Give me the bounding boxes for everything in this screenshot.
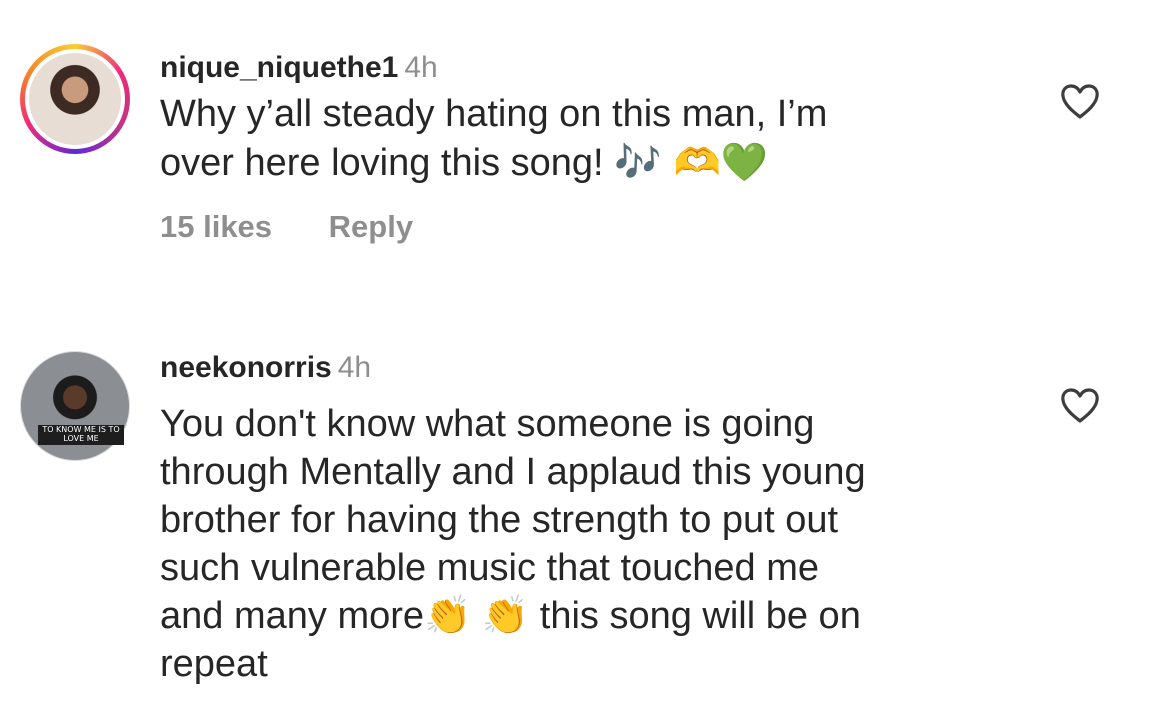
comment-text: You don't know what someone is going thr… bbox=[160, 400, 1020, 688]
timestamp: 4h bbox=[337, 351, 372, 384]
comment-actions: 15 likes Reply bbox=[160, 207, 1020, 247]
comment-text: Why y’all steady hating on this man, I’m… bbox=[160, 90, 1020, 187]
heart-outline-icon[interactable] bbox=[1060, 84, 1100, 120]
comment-content: nique_niquethe1 4h Why y’all steady hatin… bbox=[160, 48, 1020, 247]
comment-content: neekonorris 4h You don't know what someon… bbox=[160, 348, 1020, 688]
avatar-caption: TO KNOW ME IS TO LOVE ME bbox=[38, 425, 124, 445]
comment-line: repeat bbox=[160, 643, 268, 685]
comment-line: You don't know what someone is going bbox=[160, 403, 815, 445]
likes-count[interactable]: 15 likes bbox=[160, 207, 272, 247]
avatar-photo bbox=[29, 53, 121, 145]
username[interactable]: nique_niquethe1 bbox=[160, 51, 398, 84]
timestamp: 4h bbox=[404, 51, 438, 84]
comment-header: neekonorris 4h bbox=[160, 348, 1020, 388]
comment-line: Why y’all steady hating on this man, I’m bbox=[160, 93, 828, 135]
comment-line: and many more👏 👏 this song will be on bbox=[160, 595, 861, 637]
avatar[interactable]: TO KNOW ME IS TO LOVE ME bbox=[20, 351, 130, 461]
comment-line: brother for having the strength to put o… bbox=[160, 499, 839, 541]
comment-line: over here loving this song! 🎶 🫶💚 bbox=[160, 140, 769, 184]
reply-button[interactable]: Reply bbox=[329, 207, 413, 247]
heart-outline-icon[interactable] bbox=[1060, 388, 1100, 424]
music-notes-emoji: 🎶 🫶💚 bbox=[614, 140, 769, 184]
username[interactable]: neekonorris bbox=[160, 351, 332, 384]
avatar[interactable] bbox=[20, 44, 130, 154]
comment-line: such vulnerable music that touched me bbox=[160, 547, 820, 589]
comment-line: through Mentally and I applaud this youn… bbox=[160, 451, 866, 493]
comment-header: nique_niquethe1 4h bbox=[160, 48, 1020, 88]
